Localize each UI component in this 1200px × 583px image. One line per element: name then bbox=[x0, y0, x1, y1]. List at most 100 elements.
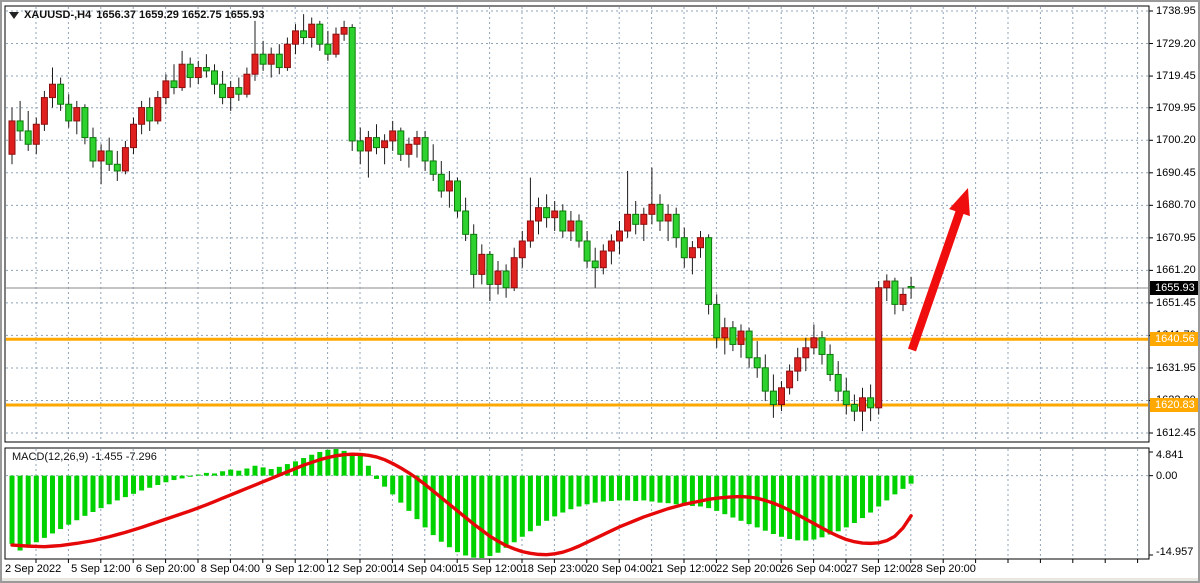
macd-histogram-bar bbox=[747, 476, 752, 524]
macd-histogram-bar bbox=[431, 476, 436, 535]
macd-histogram-bar bbox=[577, 476, 582, 507]
macd-histogram-bar bbox=[909, 476, 914, 484]
candle-body bbox=[309, 24, 315, 37]
macd-histogram-bar bbox=[99, 476, 104, 508]
macd-histogram-bar bbox=[479, 476, 484, 558]
candle-body bbox=[284, 44, 290, 67]
candle-body bbox=[633, 214, 639, 224]
candle-body bbox=[503, 271, 509, 288]
macd-histogram-bar bbox=[172, 476, 177, 480]
macd-histogram-bar bbox=[828, 476, 833, 535]
candle-body bbox=[357, 141, 363, 151]
trend-arrow-shaft[interactable] bbox=[912, 205, 962, 350]
macd-histogram-bar bbox=[350, 454, 355, 476]
symbol-period-label: XAUUSD-,H4 bbox=[24, 9, 91, 21]
macd-histogram-bar bbox=[212, 473, 217, 475]
macd-histogram-bar bbox=[204, 473, 209, 476]
macd-histogram-bar bbox=[641, 476, 646, 501]
candle-body bbox=[592, 261, 598, 268]
macd-histogram-bar bbox=[795, 476, 800, 541]
candle-body bbox=[66, 104, 72, 121]
candle-body bbox=[398, 131, 404, 154]
candle-body bbox=[584, 241, 590, 261]
chart-title: XAUUSD-,H4 1656.37 1659.29 1652.75 1655.… bbox=[9, 9, 264, 21]
candle-body bbox=[301, 31, 307, 38]
candle-body bbox=[779, 388, 785, 405]
macd-histogram-bar bbox=[309, 455, 314, 476]
candle-body bbox=[139, 108, 145, 125]
macd-histogram-bar bbox=[585, 476, 590, 505]
candle-body bbox=[268, 54, 274, 64]
macd-histogram-bar bbox=[674, 476, 679, 505]
candle-body bbox=[900, 294, 906, 304]
macd-histogram-bar bbox=[398, 476, 403, 503]
macd-histogram-bar bbox=[787, 476, 792, 539]
candle-body bbox=[706, 238, 712, 305]
macd-histogram-bar bbox=[852, 476, 857, 523]
macd-histogram-bar bbox=[382, 476, 387, 487]
macd-histogram-bar bbox=[560, 476, 565, 513]
candle-body bbox=[122, 148, 128, 171]
macd-histogram-bar bbox=[269, 469, 274, 476]
macd-histogram-bar bbox=[123, 476, 128, 497]
candle-body bbox=[50, 84, 56, 97]
candle-body bbox=[147, 108, 153, 121]
macd-histogram-bar bbox=[706, 476, 711, 508]
macd-histogram-bar bbox=[325, 450, 330, 476]
candle-body bbox=[260, 54, 266, 64]
candle-body bbox=[884, 281, 890, 288]
candle-body bbox=[252, 54, 258, 74]
price-chart-canvas[interactable] bbox=[2, 2, 1200, 583]
macd-histogram-bar bbox=[188, 476, 193, 477]
candle-body bbox=[689, 248, 695, 258]
macd-histogram-bar bbox=[358, 456, 363, 476]
macd-histogram-bar bbox=[50, 476, 55, 534]
candle-body bbox=[349, 28, 355, 141]
symbol-dropdown-icon[interactable] bbox=[9, 12, 19, 19]
macd-histogram-bar bbox=[261, 467, 266, 475]
candle-body bbox=[406, 144, 412, 154]
candle-body bbox=[341, 28, 347, 35]
macd-histogram-bar bbox=[66, 476, 71, 525]
candle-body bbox=[511, 258, 517, 288]
candle-body bbox=[625, 214, 631, 231]
candle-body bbox=[58, 84, 64, 104]
candle-body bbox=[171, 81, 177, 88]
candle-body bbox=[657, 204, 663, 221]
candle-body bbox=[163, 81, 169, 98]
candle-body bbox=[860, 398, 866, 411]
trend-arrow-head[interactable] bbox=[949, 188, 970, 216]
macd-histogram-bar bbox=[876, 476, 881, 507]
macd-histogram-bar bbox=[682, 476, 687, 506]
candle-body bbox=[9, 121, 15, 154]
candle-body bbox=[422, 138, 428, 161]
macd-histogram-bar bbox=[633, 476, 638, 501]
macd-histogram-bar bbox=[447, 476, 452, 548]
macd-histogram-bar bbox=[593, 476, 598, 503]
macd-histogram-bar bbox=[520, 476, 525, 537]
candle-body bbox=[114, 164, 120, 171]
candle-body bbox=[155, 98, 161, 121]
candle-body bbox=[608, 241, 614, 251]
candle-body bbox=[212, 71, 218, 84]
macd-histogram-bar bbox=[536, 476, 541, 526]
candle-body bbox=[835, 374, 841, 391]
macd-histogram-bar bbox=[163, 476, 168, 483]
macd-histogram-bar bbox=[901, 476, 906, 489]
chart-window: XAUUSD-,H4 1656.37 1659.29 1652.75 1655.… bbox=[0, 0, 1200, 583]
candle-body bbox=[576, 221, 582, 241]
macd-histogram-bar bbox=[244, 468, 249, 475]
macd-histogram-bar bbox=[10, 476, 15, 544]
candle-body bbox=[438, 174, 444, 191]
candle-body bbox=[333, 34, 339, 54]
macd-histogram-bar bbox=[42, 476, 47, 538]
candle-body bbox=[179, 64, 185, 87]
macd-histogram-bar bbox=[236, 471, 241, 476]
candle-body bbox=[617, 231, 623, 241]
macd-histogram-bar bbox=[366, 466, 371, 476]
candle-body bbox=[552, 211, 558, 218]
candle-body bbox=[681, 238, 687, 258]
macd-histogram-bar bbox=[844, 476, 849, 528]
candle-body bbox=[446, 181, 452, 191]
candle-body bbox=[495, 271, 501, 284]
